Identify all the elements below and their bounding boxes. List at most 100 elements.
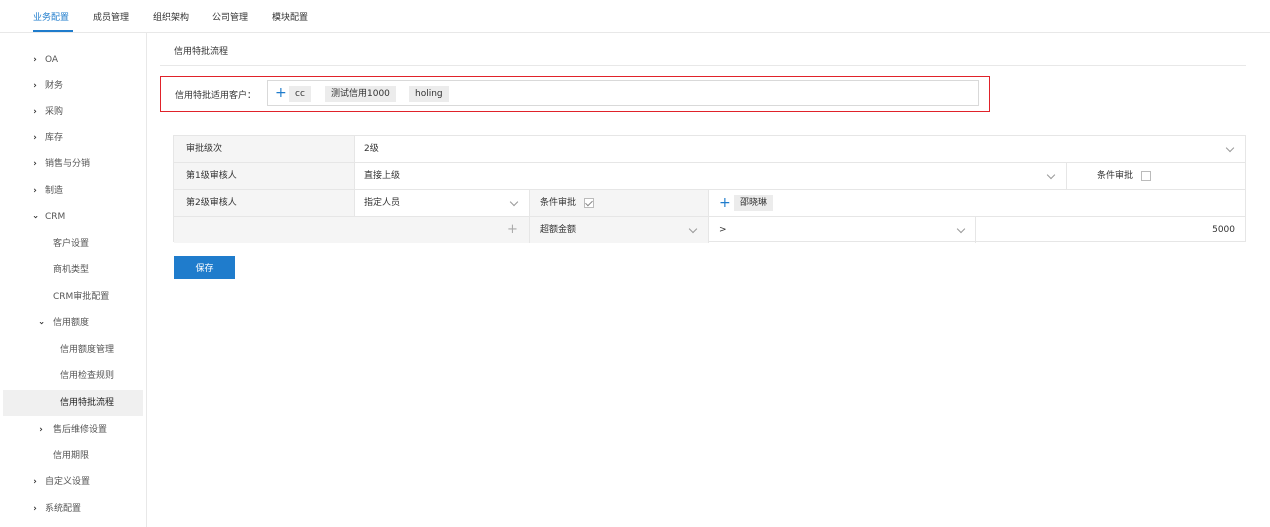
chevron-right-icon: › <box>39 425 43 435</box>
sidebar-item-label: 销售与分销 <box>45 159 91 169</box>
sidebar-item-sales[interactable]: › 销售与分销 <box>3 151 143 177</box>
tab-member-management[interactable]: 成员管理 <box>93 10 129 23</box>
chevron-right-icon: › <box>33 477 37 487</box>
chevron-right-icon: › <box>33 55 37 65</box>
sidebar-item-label: 信用期限 <box>53 451 90 461</box>
add-customer-icon[interactable]: + <box>275 86 287 100</box>
tab-module-config[interactable]: 模块配置 <box>272 10 308 23</box>
sidebar-item-purchasing[interactable]: › 采购 <box>3 99 143 125</box>
approval-level-label-cell: 审批级次 <box>174 136 354 162</box>
add-condition-icon[interactable]: + <box>507 217 518 243</box>
add-condition-cell: + <box>174 217 529 243</box>
condition-operator-value: > <box>719 225 727 235</box>
top-nav: 业务配置 成员管理 组织架构 公司管理 模块配置 <box>0 0 1270 33</box>
sidebar-item-oa[interactable]: › OA <box>3 47 143 73</box>
tab-company-management[interactable]: 公司管理 <box>212 10 248 23</box>
tab-business-config[interactable]: 业务配置 <box>33 10 69 23</box>
level2-approver-row: 第2级审核人 指定人员 条件审批 + 邵晓琳 <box>174 190 1245 217</box>
level2-condition-checkbox[interactable] <box>584 198 594 208</box>
sidebar-item-label: 信用额度管理 <box>60 345 115 355</box>
level2-condition-label: 条件审批 <box>540 198 577 208</box>
approval-level-label: 审批级次 <box>186 144 223 154</box>
sidebar-item-label: 财务 <box>45 81 64 91</box>
sidebar-item-label: OA <box>45 55 59 65</box>
sidebar-item-credit-limit[interactable]: › 信用额度 <box>3 310 143 336</box>
sidebar-item-inventory[interactable]: › 库存 <box>3 125 143 151</box>
condition-field-select[interactable]: 超额金额 <box>530 217 708 243</box>
sidebar-item-crm-approval[interactable]: CRM审批配置 <box>3 284 143 310</box>
applicable-customers-field[interactable]: + cc 测试信用1000 holing <box>267 80 979 106</box>
level2-approver-select[interactable]: 指定人员 <box>355 190 529 216</box>
level2-approver-label-cell: 第2级审核人 <box>174 190 354 216</box>
level1-approver-label: 第1级审核人 <box>186 171 237 181</box>
chevron-right-icon: › <box>33 107 37 117</box>
chevron-down-icon <box>1225 143 1235 153</box>
condition-row: + 超额金额 > 5000 <box>174 217 1245 244</box>
chevron-down-icon <box>1046 170 1056 180</box>
approval-level-select[interactable]: 2级 <box>355 136 1245 162</box>
sidebar-item-label: CRM审批配置 <box>53 292 110 302</box>
condition-amount-value: 5000 <box>1212 225 1235 235</box>
sidebar-item-label: CRM <box>45 212 66 222</box>
sidebar-item-credit-special-approval[interactable]: 信用特批流程 <box>3 390 143 416</box>
approval-config-table: 审批级次 2级 第1级审核人 直接上级 条件审批 第2级审核人 指定人员 条件审… <box>173 135 1246 244</box>
level2-approver-label: 第2级审核人 <box>186 198 237 208</box>
level2-condition-cell: 条件审批 <box>530 190 708 216</box>
level1-condition-cell: 条件审批 <box>1067 163 1245 189</box>
chevron-right-icon: › <box>33 133 37 143</box>
level1-approver-value: 直接上级 <box>364 171 401 181</box>
approver-tag[interactable]: 邵晓琳 <box>734 195 774 211</box>
tab-organization[interactable]: 组织架构 <box>153 10 189 23</box>
condition-field-value: 超额金额 <box>540 225 577 235</box>
sidebar-item-credit-limit-management[interactable]: 信用额度管理 <box>3 337 143 363</box>
level1-approver-row: 第1级审核人 直接上级 条件审批 <box>174 163 1245 190</box>
sidebar-item-after-sales-repair[interactable]: › 售后维修设置 <box>3 417 143 443</box>
sidebar: › OA › 财务 › 采购 › 库存 › 销售与分销 › 制造 › CRM 客… <box>0 33 147 527</box>
sidebar-item-label: 系统配置 <box>45 504 82 514</box>
sidebar-item-label: 制造 <box>45 186 64 196</box>
sidebar-item-credit-check-rules[interactable]: 信用检查规则 <box>3 363 143 389</box>
sidebar-item-custom-settings[interactable]: › 自定义设置 <box>3 469 143 495</box>
sidebar-item-label: 商机类型 <box>53 265 90 275</box>
chevron-right-icon: › <box>33 186 37 196</box>
applicable-customers-label: 信用特批适用客户： <box>175 91 257 101</box>
approval-level-row: 审批级次 2级 <box>174 136 1245 163</box>
sidebar-item-finance[interactable]: › 财务 <box>3 73 143 99</box>
chevron-down-icon <box>956 224 966 234</box>
chevron-down-icon: › <box>36 321 46 325</box>
sidebar-item-manufacturing[interactable]: › 制造 <box>3 178 143 204</box>
level2-person-cell: + 邵晓琳 <box>709 190 1245 216</box>
sidebar-item-label: 库存 <box>45 133 64 143</box>
sidebar-item-label: 信用特批流程 <box>60 398 115 408</box>
level2-approver-value: 指定人员 <box>364 198 401 208</box>
customer-tag[interactable]: cc <box>289 86 311 102</box>
condition-operator-select[interactable]: > <box>709 217 975 243</box>
chevron-down-icon <box>509 197 519 207</box>
condition-amount-input[interactable]: 5000 <box>976 217 1245 243</box>
chevron-down-icon <box>688 224 698 234</box>
sidebar-item-opportunity-types[interactable]: 商机类型 <box>3 257 143 283</box>
level1-approver-label-cell: 第1级审核人 <box>174 163 354 189</box>
applicable-customers-section: 信用特批适用客户： + cc 测试信用1000 holing <box>160 76 990 112</box>
sidebar-item-crm[interactable]: › CRM <box>3 204 143 230</box>
approval-level-value: 2级 <box>364 144 379 154</box>
sidebar-item-credit-period[interactable]: 信用期限 <box>3 443 143 469</box>
level1-approver-select[interactable]: 直接上级 <box>355 163 1066 189</box>
chevron-right-icon: › <box>33 504 37 514</box>
chevron-right-icon: › <box>33 159 37 169</box>
level1-condition-checkbox[interactable] <box>1141 171 1151 181</box>
save-button[interactable]: 保存 <box>174 256 235 279</box>
sidebar-item-system-config[interactable]: › 系统配置 <box>3 496 143 522</box>
title-divider <box>160 65 1246 66</box>
sidebar-item-label: 采购 <box>45 107 64 117</box>
customer-tag[interactable]: holing <box>409 86 449 102</box>
sidebar-item-label: 自定义设置 <box>45 477 91 487</box>
sidebar-item-label: 信用额度 <box>53 318 90 328</box>
customer-tag[interactable]: 测试信用1000 <box>325 86 396 102</box>
add-approver-icon[interactable]: + <box>719 196 731 210</box>
level1-condition-label: 条件审批 <box>1097 171 1134 181</box>
page-title: 信用特批流程 <box>174 47 229 57</box>
sidebar-item-label: 客户设置 <box>53 239 90 249</box>
sidebar-item-customer-settings[interactable]: 客户设置 <box>3 231 143 257</box>
chevron-right-icon: › <box>33 81 37 91</box>
